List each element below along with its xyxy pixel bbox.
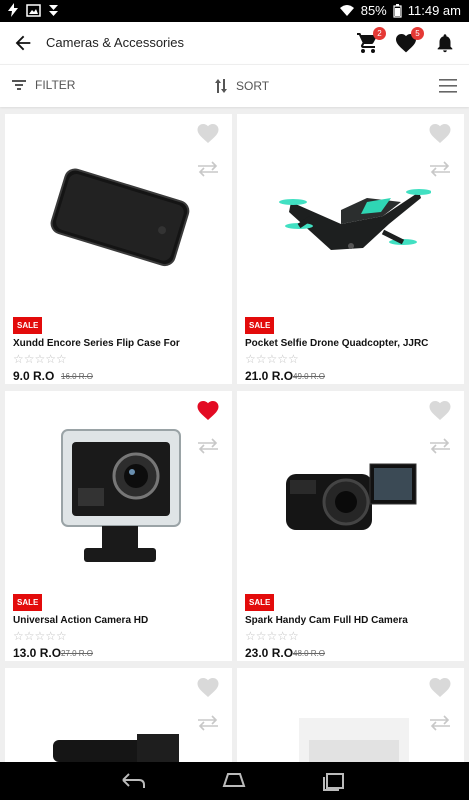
original-price: 49.0 R.O xyxy=(293,372,326,381)
compare-icon[interactable] xyxy=(428,160,452,178)
back-nav-icon[interactable] xyxy=(119,770,147,792)
phone-case-image xyxy=(44,162,194,272)
filter-sort-bar: FILTER SORT xyxy=(0,64,469,107)
product-image[interactable] xyxy=(271,132,431,302)
wishlist-heart-icon[interactable] xyxy=(196,122,220,144)
bell-icon[interactable] xyxy=(434,31,456,55)
product-price: 23.0 R.O xyxy=(245,646,294,660)
product-name[interactable]: Pocket Selfie Drone Quadcopter, JJRC xyxy=(245,338,455,349)
compare-icon[interactable] xyxy=(428,714,452,732)
rating-stars: ☆☆☆☆☆ xyxy=(245,352,299,366)
sale-badge: SALE xyxy=(13,317,43,334)
battery-icon xyxy=(393,3,402,18)
page-title: Cameras & Accessories xyxy=(46,35,184,50)
product-card[interactable] xyxy=(237,668,464,762)
filter-label: FILTER xyxy=(35,78,76,92)
action-camera-image xyxy=(61,429,181,562)
wishlist-heart-icon[interactable] xyxy=(428,122,452,144)
clock: 11:49 am xyxy=(407,3,461,18)
product-name[interactable]: Xundd Encore Series Flip Case For xyxy=(13,338,223,349)
wishlist-count-badge: 5 xyxy=(411,27,424,40)
filter-button[interactable]: FILTER xyxy=(12,78,75,92)
wishlist-button[interactable]: 5 xyxy=(394,27,424,55)
wishlist-heart-icon[interactable] xyxy=(428,399,452,421)
wishlist-heart-icon[interactable] xyxy=(428,676,452,698)
camcorder-image xyxy=(53,734,179,762)
sort-arrows-icon xyxy=(215,79,227,93)
product-card[interactable]: SALE Universal Action Camera HD ☆☆☆☆☆ 13… xyxy=(5,391,232,661)
sale-badge: SALE xyxy=(245,594,275,611)
compare-icon[interactable] xyxy=(196,714,220,732)
home-nav-icon[interactable] xyxy=(220,770,248,792)
sort-button[interactable]: SORT xyxy=(214,78,269,94)
product-price: 13.0 R.O xyxy=(13,646,62,660)
image-icon xyxy=(26,3,41,17)
product-box-image xyxy=(299,718,409,762)
product-image[interactable] xyxy=(39,409,199,579)
product-price: 9.0 R.O xyxy=(13,369,55,383)
wishlist-heart-icon[interactable] xyxy=(196,676,220,698)
battery-percent: 85% xyxy=(360,3,387,18)
drone-image xyxy=(279,189,431,250)
recents-nav-icon[interactable] xyxy=(320,770,348,792)
wifi-icon xyxy=(339,5,354,16)
wishlist-heart-icon[interactable] xyxy=(196,399,220,421)
app-bar: Cameras & Accessories 2 5 xyxy=(0,22,469,64)
compare-icon[interactable] xyxy=(428,437,452,455)
camcorder-image xyxy=(276,434,426,554)
product-image[interactable] xyxy=(271,409,431,579)
system-nav-bar xyxy=(0,762,469,800)
rating-stars: ☆☆☆☆☆ xyxy=(13,352,67,366)
sort-label: SORT xyxy=(236,79,270,93)
notification-icons xyxy=(6,3,60,17)
product-card[interactable]: SALE Pocket Selfie Drone Quadcopter, JJR… xyxy=(237,114,464,384)
product-name[interactable]: Universal Action Camera HD xyxy=(13,615,223,626)
cart-button[interactable]: 2 xyxy=(356,27,386,55)
product-card[interactable] xyxy=(5,668,232,762)
rating-stars: ☆☆☆☆☆ xyxy=(13,629,67,643)
product-image[interactable] xyxy=(39,132,199,302)
product-name[interactable]: Spark Handy Cam Full HD Camera xyxy=(245,615,455,626)
download-icon xyxy=(49,4,58,16)
product-card[interactable]: SALE Spark Handy Cam Full HD Camera ☆☆☆☆… xyxy=(237,391,464,661)
sale-badge: SALE xyxy=(13,594,43,611)
compare-icon[interactable] xyxy=(196,437,220,455)
product-card[interactable]: SALE Xundd Encore Series Flip Case For ☆… xyxy=(5,114,232,384)
sale-badge: SALE xyxy=(245,317,275,334)
list-view-icon[interactable] xyxy=(439,77,457,95)
cart-count-badge: 2 xyxy=(373,27,386,40)
original-price: 16.0 R.O xyxy=(61,372,94,381)
back-arrow-icon[interactable] xyxy=(12,32,34,54)
filter-icon xyxy=(12,80,26,90)
product-price: 21.0 R.O xyxy=(245,369,294,383)
status-bar: 85% 11:49 am xyxy=(0,0,469,22)
compare-icon[interactable] xyxy=(196,160,220,178)
original-price: 48.0 R.O xyxy=(293,649,326,658)
lightning-icon xyxy=(8,3,18,17)
original-price: 27.0 R.O xyxy=(61,649,94,658)
rating-stars: ☆☆☆☆☆ xyxy=(245,629,299,643)
